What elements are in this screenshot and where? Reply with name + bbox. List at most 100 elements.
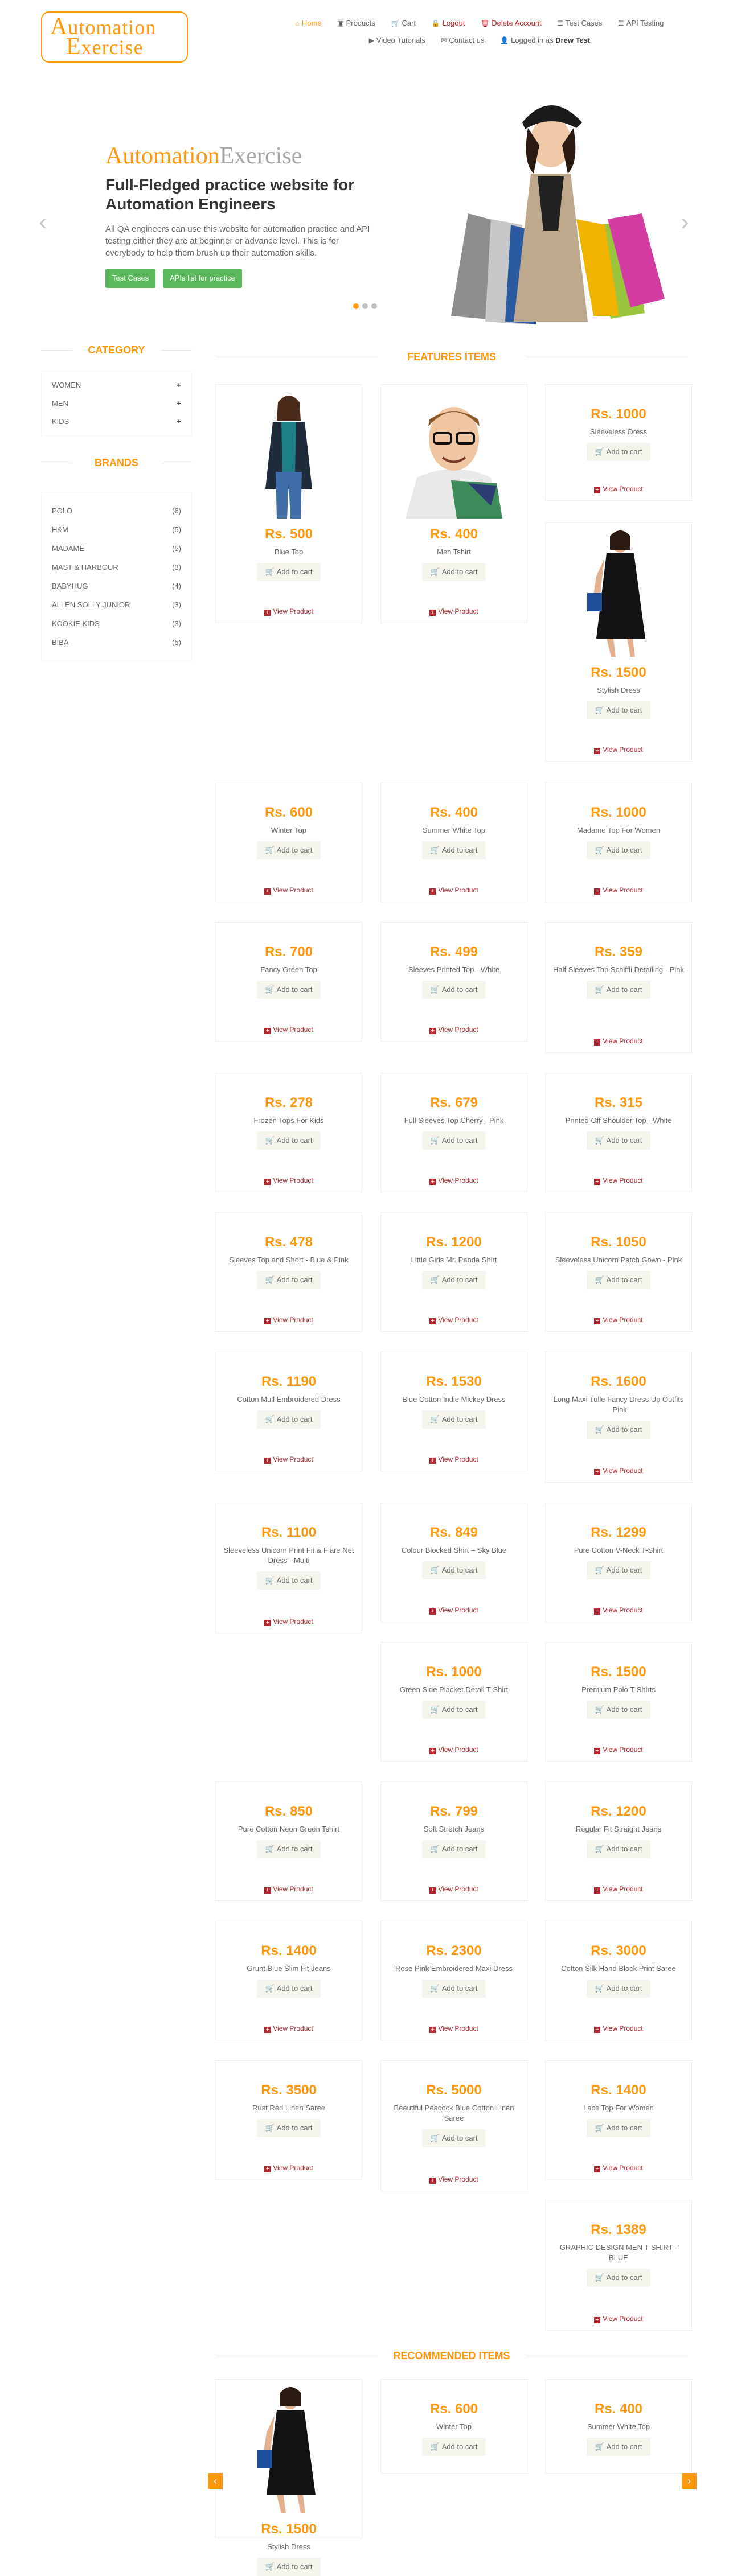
nav-contact-us[interactable]: ✉ Contact us xyxy=(441,32,484,49)
nav-home[interactable]: ⌂ Home xyxy=(296,15,322,32)
add-to-cart-button[interactable]: 🛒 Add to cart xyxy=(257,841,321,859)
add-to-cart-button[interactable]: 🛒 Add to cart xyxy=(587,2438,650,2456)
add-to-cart-button[interactable]: 🛒 Add to cart xyxy=(257,1840,321,1858)
view-product-link[interactable]: + View Product xyxy=(546,886,691,895)
view-product-link[interactable]: + View Product xyxy=(381,607,527,616)
nav-logout[interactable]: 🔒 Logout xyxy=(432,15,465,32)
nav-delete-account[interactable]: 🗑 Delete Account xyxy=(481,15,542,32)
view-product-link[interactable]: + View Product xyxy=(546,1176,691,1185)
view-product-link[interactable]: + View Product xyxy=(546,1606,691,1615)
apis-list-button[interactable]: APIs list for practice xyxy=(163,269,242,288)
product-image[interactable] xyxy=(218,386,360,519)
recommended-prev-arrow[interactable]: ‹ xyxy=(208,2473,223,2489)
view-product-link[interactable]: + View Product xyxy=(546,2024,691,2033)
brand-item[interactable]: MADAME (5) xyxy=(52,539,181,558)
recommended-next-arrow[interactable]: › xyxy=(682,2473,697,2489)
add-to-cart-button[interactable]: 🛒 Add to cart xyxy=(257,1131,321,1150)
add-to-cart-button[interactable]: 🛒 Add to cart xyxy=(587,701,650,719)
view-product-link[interactable]: + View Product xyxy=(546,1885,691,1894)
view-product-link[interactable]: + View Product xyxy=(381,1316,527,1324)
category-item-men[interactable]: MEN + xyxy=(52,394,181,413)
add-to-cart-button[interactable]: 🛒 Add to cart xyxy=(587,841,650,859)
add-to-cart-button[interactable]: 🛒 Add to cart xyxy=(587,1980,650,1998)
add-to-cart-button[interactable]: 🛒 Add to cart xyxy=(257,2119,321,2137)
add-to-cart-button[interactable]: 🛒 Add to cart xyxy=(587,443,650,461)
slider-dot-active[interactable] xyxy=(353,303,359,309)
view-product-link[interactable]: + View Product xyxy=(381,1606,527,1615)
add-to-cart-button[interactable]: 🛒 Add to cart xyxy=(257,1271,321,1289)
view-product-link[interactable]: + View Product xyxy=(381,2175,527,2184)
view-product-link[interactable]: + View Product xyxy=(216,1885,362,1894)
add-to-cart-button[interactable]: 🛒 Add to cart xyxy=(422,1561,486,1579)
nav-test-cases[interactable]: ☰ Test Cases xyxy=(557,15,602,32)
add-to-cart-button[interactable]: 🛒 Add to cart xyxy=(422,2438,486,2456)
view-product-link[interactable]: + View Product xyxy=(546,1316,691,1324)
add-to-cart-button[interactable]: 🛒 Add to cart xyxy=(257,1571,321,1590)
view-product-link[interactable]: + View Product xyxy=(381,886,527,895)
brand-item[interactable]: KOOKIE KIDS (3) xyxy=(52,614,181,633)
nav-products[interactable]: ▣ Products xyxy=(337,15,375,32)
view-product-link[interactable]: + View Product xyxy=(381,1176,527,1185)
view-product-link[interactable]: + View Product xyxy=(216,1316,362,1324)
view-product-link[interactable]: + View Product xyxy=(546,1746,691,1754)
add-to-cart-button[interactable]: 🛒 Add to cart xyxy=(422,1410,486,1429)
view-product-link[interactable]: + View Product xyxy=(381,1746,527,1754)
product-image[interactable] xyxy=(547,525,690,657)
view-product-link[interactable]: + View Product xyxy=(546,2315,691,2323)
slider-dot[interactable] xyxy=(362,303,368,309)
site-logo[interactable]: Automation Exercise xyxy=(41,11,188,63)
slider-dot[interactable] xyxy=(371,303,377,309)
add-to-cart-button[interactable]: 🛒 Add to cart xyxy=(422,2129,486,2147)
add-to-cart-button[interactable]: 🛒 Add to cart xyxy=(257,563,321,581)
nav-api-testing[interactable]: ☰ API Testing xyxy=(618,15,664,32)
view-product-link[interactable]: + View Product xyxy=(216,2024,362,2033)
add-to-cart-button[interactable]: 🛒 Add to cart xyxy=(422,1131,486,1150)
nav-video-tutorials[interactable]: ▶ Video Tutorials xyxy=(369,32,425,49)
add-to-cart-button[interactable]: 🛒 Add to cart xyxy=(422,981,486,999)
view-product-link[interactable]: + View Product xyxy=(216,1176,362,1185)
add-to-cart-button[interactable]: 🛒 Add to cart xyxy=(587,2269,650,2287)
slider-next-arrow[interactable]: › xyxy=(681,209,689,234)
view-product-link[interactable]: + View Product xyxy=(546,1037,691,1046)
view-product-link[interactable]: + View Product xyxy=(381,1885,527,1894)
view-product-link[interactable]: + View Product xyxy=(216,2164,362,2172)
view-product-link[interactable]: + View Product xyxy=(381,1026,527,1034)
brand-item[interactable]: ALLEN SOLLY JUNIOR (3) xyxy=(52,595,181,614)
test-cases-button[interactable]: Test Cases xyxy=(105,269,156,288)
brand-item[interactable]: H&M (5) xyxy=(52,520,181,539)
add-to-cart-button[interactable]: 🛒 Add to cart xyxy=(422,1980,486,1998)
category-item-kids[interactable]: KIDS + xyxy=(52,413,181,431)
add-to-cart-button[interactable]: 🛒 Add to cart xyxy=(422,841,486,859)
product-image[interactable] xyxy=(383,386,525,519)
view-product-link[interactable]: + View Product xyxy=(381,1455,527,1464)
add-to-cart-button[interactable]: 🛒 Add to cart xyxy=(587,1271,650,1289)
add-to-cart-button[interactable]: 🛒 Add to cart xyxy=(587,1840,650,1858)
brand-item[interactable]: MAST & HARBOUR (3) xyxy=(52,558,181,577)
add-to-cart-button[interactable]: 🛒 Add to cart xyxy=(257,1980,321,1998)
add-to-cart-button[interactable]: 🛒 Add to cart xyxy=(257,981,321,999)
view-product-link[interactable]: + View Product xyxy=(216,1618,362,1626)
add-to-cart-button[interactable]: 🛒 Add to cart xyxy=(257,1410,321,1429)
product-image[interactable] xyxy=(218,2381,360,2513)
brand-item[interactable]: POLO (6) xyxy=(52,501,181,520)
add-to-cart-button[interactable]: 🛒 Add to cart xyxy=(587,1131,650,1150)
view-product-link[interactable]: + View Product xyxy=(216,607,362,616)
view-product-link[interactable]: + View Product xyxy=(381,2024,527,2033)
add-to-cart-button[interactable]: 🛒 Add to cart xyxy=(422,1840,486,1858)
nav-cart[interactable]: 🛒 Cart xyxy=(391,15,416,32)
add-to-cart-button[interactable]: 🛒 Add to cart xyxy=(587,1421,650,1439)
add-to-cart-button[interactable]: 🛒 Add to cart xyxy=(587,2119,650,2137)
view-product-link[interactable]: + View Product xyxy=(216,1026,362,1034)
brand-item[interactable]: BABYHUG (4) xyxy=(52,577,181,595)
brand-item[interactable]: BIBA (5) xyxy=(52,633,181,652)
view-product-link[interactable]: + View Product xyxy=(216,1455,362,1464)
category-item-women[interactable]: WOMEN + xyxy=(52,376,181,394)
add-to-cart-button[interactable]: 🛒 Add to cart xyxy=(587,1701,650,1719)
view-product-link[interactable]: + View Product xyxy=(216,886,362,895)
add-to-cart-button[interactable]: 🛒 Add to cart xyxy=(587,981,650,999)
view-product-link[interactable]: + View Product xyxy=(546,1467,691,1475)
add-to-cart-button[interactable]: 🛒 Add to cart xyxy=(422,563,486,581)
slider-prev-arrow[interactable]: ‹ xyxy=(39,209,47,234)
view-product-link[interactable]: + View Product xyxy=(546,485,691,493)
view-product-link[interactable]: + View Product xyxy=(546,746,691,754)
